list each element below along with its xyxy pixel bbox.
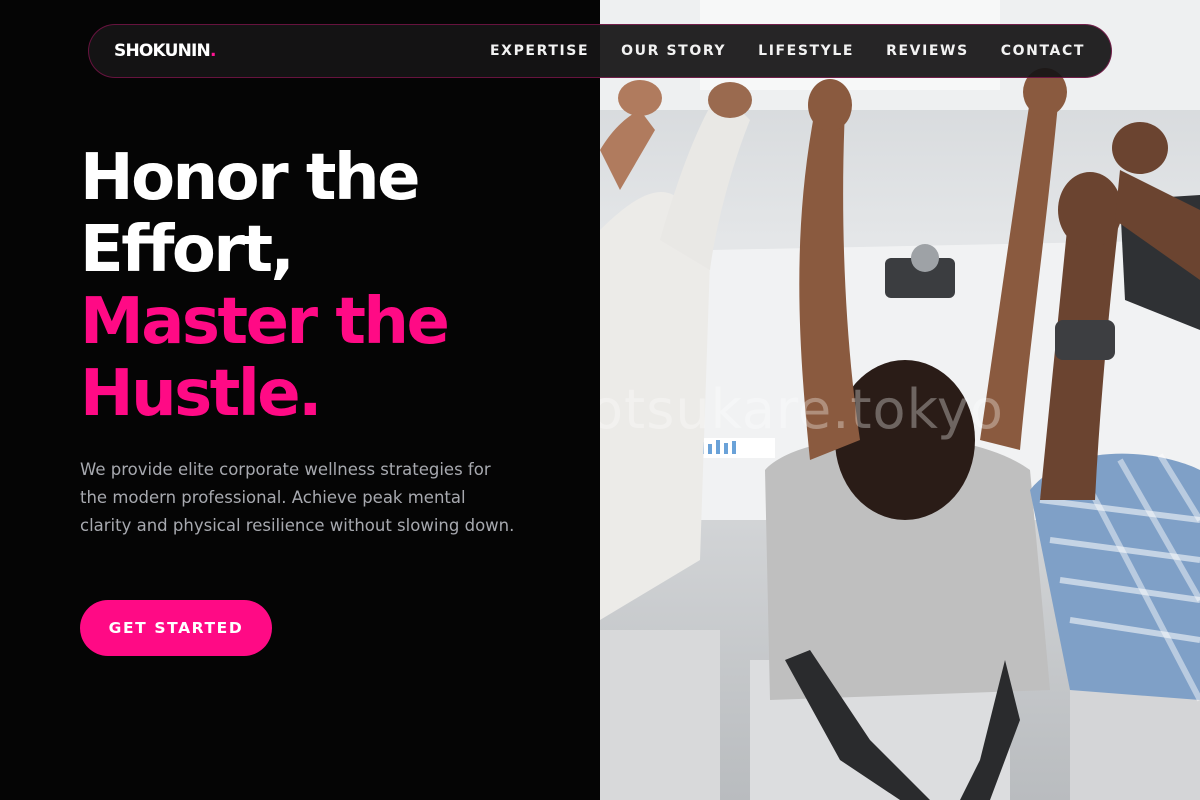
photo-watermark: otsukare.tokyo (600, 378, 1004, 441)
nav-link-lifestyle[interactable]: LIFESTYLE (758, 43, 854, 59)
headline-line-1: Honor the (80, 141, 420, 215)
top-navigation-bar: SHOKUNIN. EXPERTISE OUR STORY LIFESTYLE … (88, 24, 1112, 78)
headline-line-3: Master the (80, 285, 450, 359)
brand-logo-dot: . (209, 41, 216, 61)
nav-link-expertise[interactable]: EXPERTISE (490, 43, 589, 59)
get-started-button[interactable]: GET STARTED (80, 600, 272, 656)
hero-photo: otsukare.tokyo (600, 0, 1200, 800)
hero-headline: Honor the Effort, Master the Hustle. (80, 141, 450, 431)
nav-link-contact[interactable]: CONTACT (1001, 43, 1085, 59)
brand-name: SHOKUNIN (114, 41, 211, 61)
nav-link-our-story[interactable]: OUR STORY (621, 43, 726, 59)
headline-line-2: Effort, (80, 213, 295, 287)
nav-link-reviews[interactable]: REVIEWS (886, 43, 969, 59)
hero-description: We provide elite corporate wellness stra… (80, 460, 515, 535)
nav-links: EXPERTISE OUR STORY LIFESTYLE REVIEWS CO… (490, 43, 1085, 59)
headline-line-4: Hustle. (80, 357, 322, 431)
brand-logo[interactable]: SHOKUNIN. (114, 41, 216, 61)
